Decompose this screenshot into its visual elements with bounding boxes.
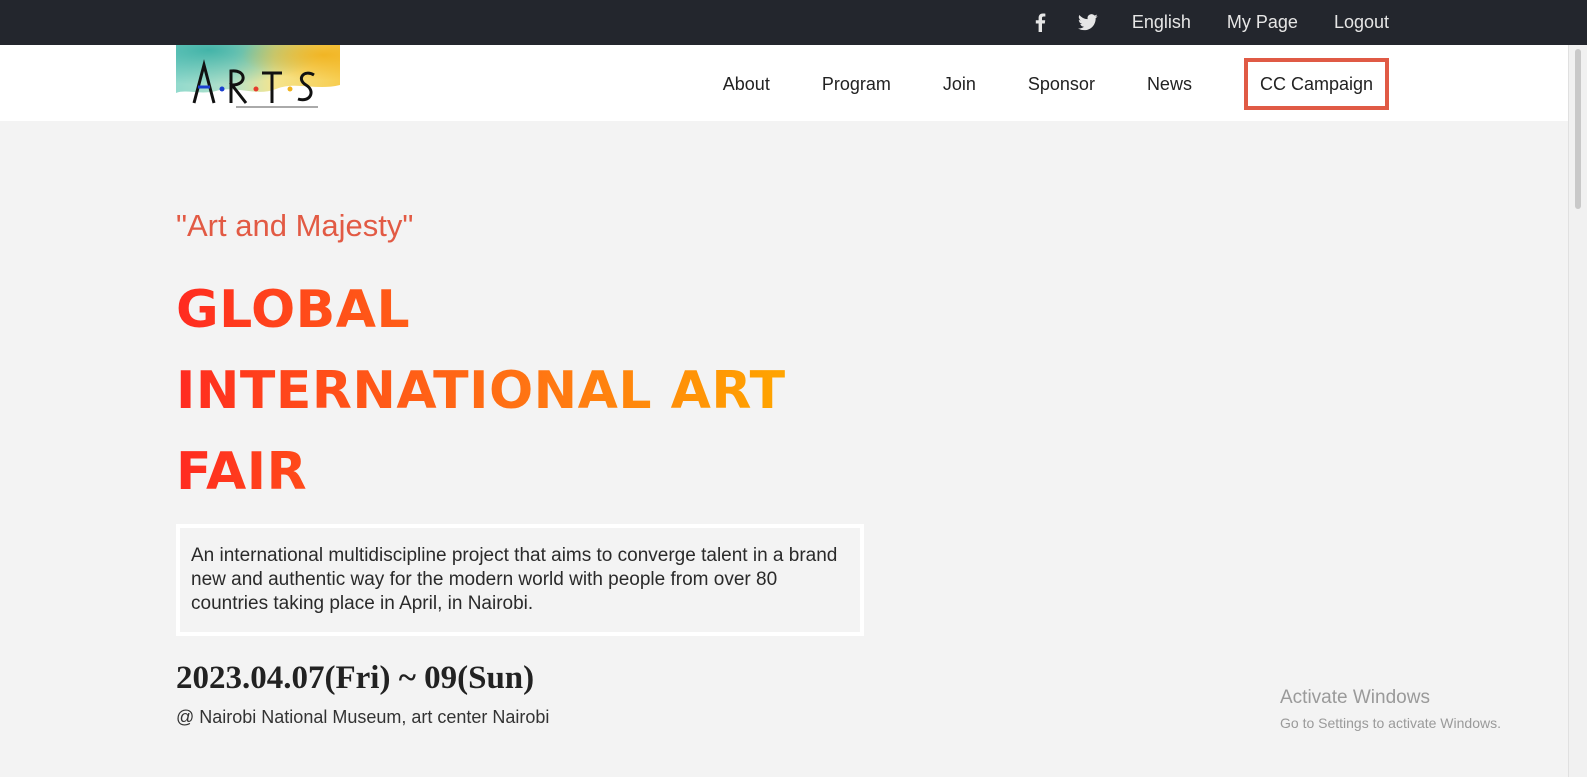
nav-news[interactable]: News <box>1147 74 1192 95</box>
top-bar-links: English My Page Logout <box>1034 0 1389 45</box>
twitter-icon[interactable] <box>1077 14 1098 31</box>
primary-nav: About Program Join Sponsor News CC Campa… <box>671 57 1389 111</box>
nav-program[interactable]: Program <box>822 74 891 95</box>
headline-line-1: GLOBAL <box>176 280 411 340</box>
logout-link[interactable]: Logout <box>1334 12 1389 33</box>
nav-join[interactable]: Join <box>943 74 976 95</box>
my-page-link[interactable]: My Page <box>1227 12 1298 33</box>
watermark-subtitle: Go to Settings to activate Windows. <box>1280 715 1501 731</box>
event-venue: @ Nairobi National Museum, art center Na… <box>176 707 550 727</box>
nav-sponsor[interactable]: Sponsor <box>1028 74 1095 95</box>
event-date: 2023.04.07(Fri) ~ 09(Sun) <box>176 660 535 696</box>
hero-description: An international multidiscipline project… <box>176 524 864 636</box>
vertical-scrollbar[interactable] <box>1568 45 1587 777</box>
top-bar: English My Page Logout <box>0 0 1587 45</box>
hero-headline: GLOBAL INTERNATIONAL ART FAIR <box>176 270 876 513</box>
facebook-icon[interactable] <box>1034 13 1046 32</box>
windows-activation-watermark: Activate Windows Go to Settings to activ… <box>1280 686 1501 732</box>
headline-line-3: FAIR <box>176 442 308 502</box>
scrollbar-thumb[interactable] <box>1575 49 1581 209</box>
main-navbar: About Program Join Sponsor News CC Campa… <box>0 45 1568 121</box>
watermark-title: Activate Windows <box>1280 687 1430 708</box>
cc-campaign-button[interactable]: CC Campaign <box>1243 58 1389 110</box>
hero-subtitle: "Art and Majesty" <box>176 208 414 243</box>
nav-about[interactable]: About <box>723 74 770 95</box>
arts-exhibition-logo[interactable] <box>176 45 340 119</box>
language-link[interactable]: English <box>1132 12 1191 33</box>
headline-line-2: INTERNATIONAL ART <box>176 361 786 421</box>
hero-section: "Art and Majesty" GLOBAL INTERNATIONAL A… <box>176 204 876 513</box>
